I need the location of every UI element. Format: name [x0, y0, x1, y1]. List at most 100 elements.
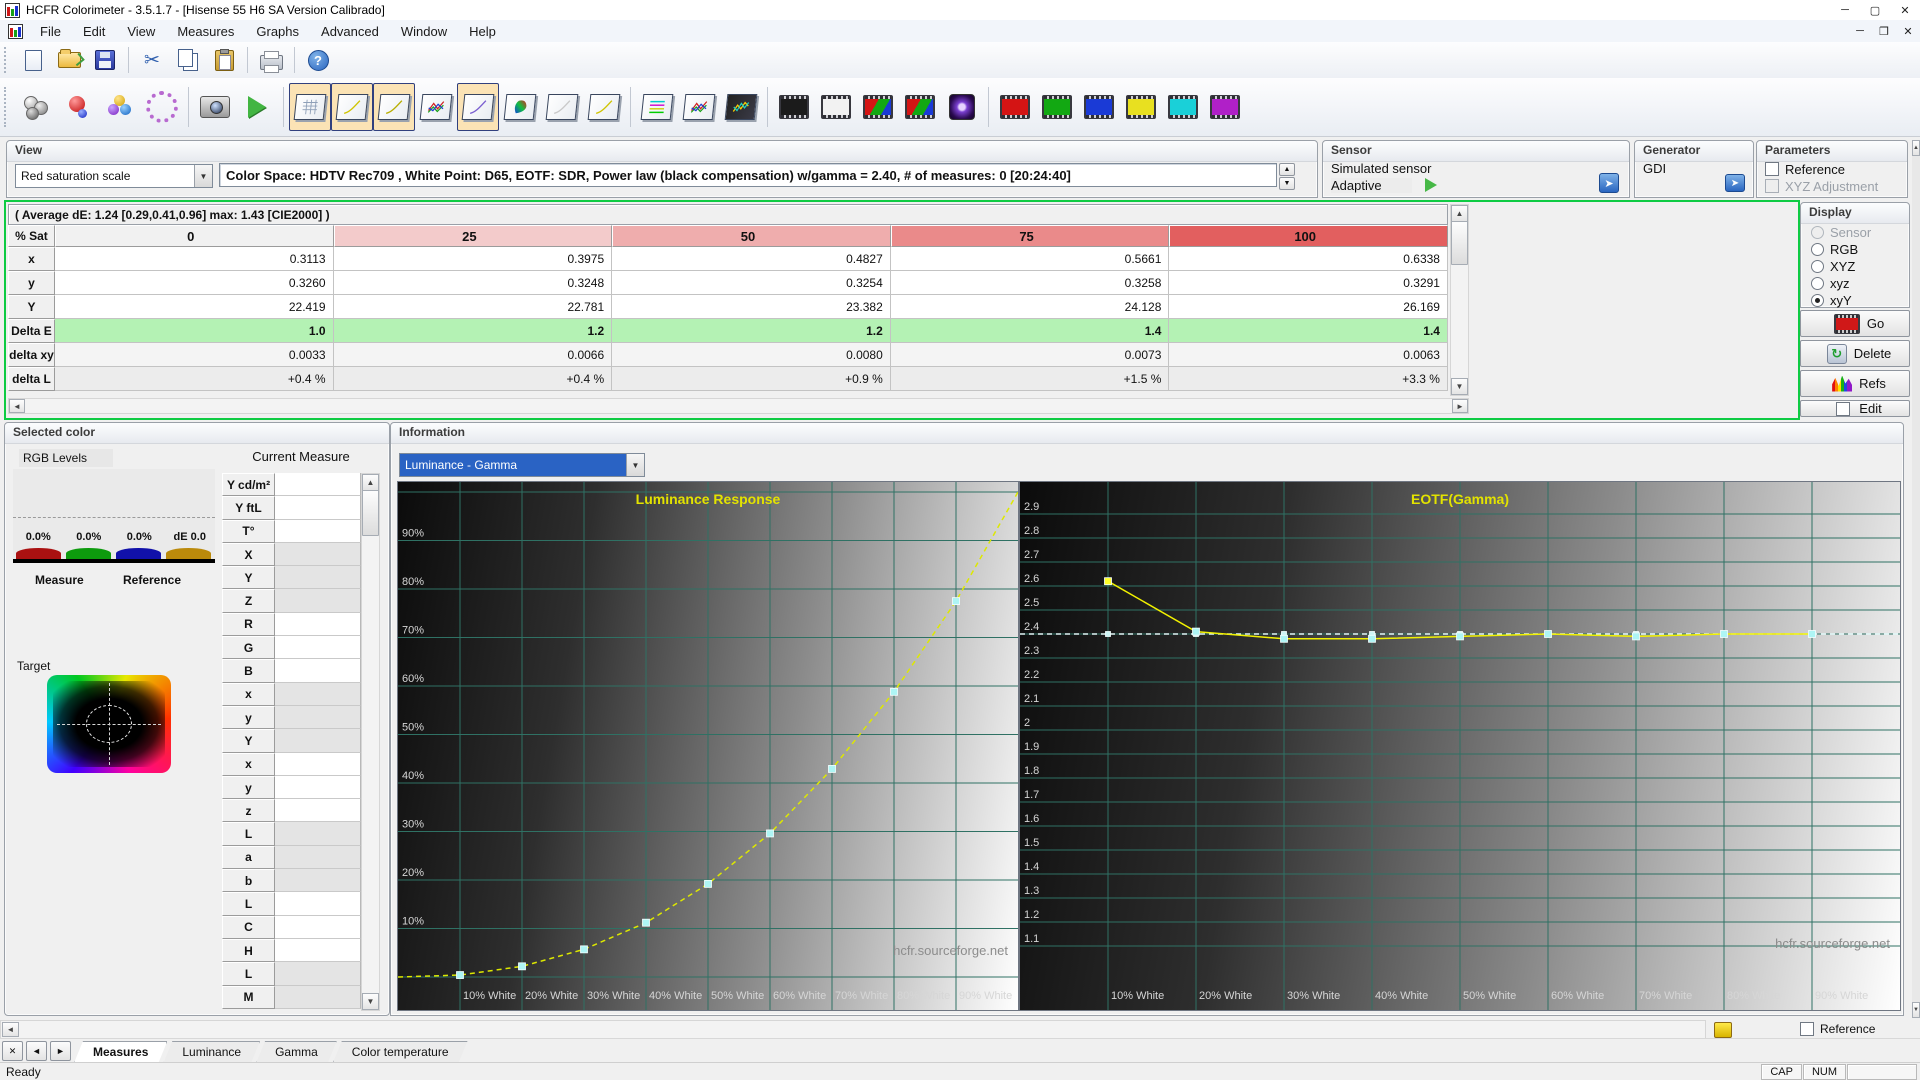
- measure-row-value[interactable]: [275, 822, 361, 845]
- table-cell[interactable]: +0.4 %: [55, 367, 334, 391]
- table-cell[interactable]: 1.4: [891, 319, 1170, 343]
- table-cell[interactable]: 1.2: [612, 319, 891, 343]
- column-header-75[interactable]: 75: [891, 225, 1170, 247]
- scrollbar-thumb[interactable]: [362, 490, 379, 536]
- table-cell[interactable]: 0.3975: [334, 247, 613, 271]
- table-cell[interactable]: 0.3291: [1169, 271, 1448, 295]
- chevron-down-icon[interactable]: ▼: [626, 454, 644, 476]
- measure-row-value[interactable]: [275, 776, 361, 799]
- measure-row-value[interactable]: [275, 846, 361, 869]
- open-file-button[interactable]: [51, 44, 87, 76]
- maximize-icon[interactable]: ▢: [1860, 0, 1890, 20]
- measure-row-value[interactable]: [275, 753, 361, 776]
- sensor-settings-icon[interactable]: ➤: [1599, 173, 1619, 193]
- free-measures-view-button[interactable]: [720, 83, 762, 131]
- mdi-close-icon[interactable]: ✕: [1896, 25, 1920, 38]
- table-vertical-scrollbar[interactable]: ▲ ▼: [1450, 204, 1469, 396]
- scroll-up-icon[interactable]: ▲: [1912, 140, 1920, 156]
- radio-icon[interactable]: [1811, 260, 1824, 273]
- table-cell[interactable]: 22.419: [55, 295, 334, 319]
- delete-button[interactable]: ↻ Delete: [1800, 340, 1910, 367]
- colorbars-chart-view-button[interactable]: [636, 83, 678, 131]
- measure-row-value[interactable]: [275, 706, 361, 729]
- measure-blue-button[interactable]: [1078, 83, 1120, 131]
- secondaries-measure-button[interactable]: [99, 83, 141, 131]
- menu-item-window[interactable]: Window: [390, 24, 458, 39]
- scroll-down-icon[interactable]: ▼: [362, 993, 379, 1010]
- table-cell[interactable]: 1.2: [334, 319, 613, 343]
- tab-color-temperature[interactable]: Color temperature: [333, 1041, 468, 1063]
- tab-luminance[interactable]: Luminance: [163, 1041, 260, 1063]
- menu-item-file[interactable]: File: [29, 24, 72, 39]
- radio-icon[interactable]: [1811, 294, 1824, 307]
- column-header-100[interactable]: 100: [1169, 225, 1448, 247]
- table-cell[interactable]: 0.3248: [334, 271, 613, 295]
- measures-grid-view-button[interactable]: [289, 83, 331, 131]
- spinner-up-icon[interactable]: ▲: [1279, 163, 1295, 176]
- scale-selector[interactable]: Red saturation scale ▼: [15, 164, 213, 188]
- menu-item-advanced[interactable]: Advanced: [310, 24, 390, 39]
- reference-checkbox[interactable]: Reference: [1765, 162, 1845, 177]
- measure-row-value[interactable]: [275, 473, 361, 496]
- table-cell[interactable]: 0.3254: [612, 271, 891, 295]
- refs-button[interactable]: Refs: [1800, 370, 1910, 397]
- measure-contrast-button[interactable]: [941, 83, 983, 131]
- mdi-minimize-icon[interactable]: ─: [1848, 25, 1872, 38]
- measure-yellow-button[interactable]: [1120, 83, 1162, 131]
- luminance-chart-view-button[interactable]: [331, 83, 373, 131]
- info-spinner[interactable]: ▲ ▼: [1279, 163, 1295, 187]
- measures-summary-view-button[interactable]: [678, 83, 720, 131]
- scrollbar-thumb[interactable]: [1451, 221, 1468, 265]
- contrast-chart-view-button[interactable]: [583, 83, 625, 131]
- measure-row-value[interactable]: [275, 799, 361, 822]
- table-cell[interactable]: 1.0: [55, 319, 334, 343]
- close-icon[interactable]: ✕: [1890, 0, 1920, 20]
- measure-row-value[interactable]: [275, 589, 361, 612]
- table-cell[interactable]: 0.5661: [891, 247, 1170, 271]
- menu-item-graphs[interactable]: Graphs: [245, 24, 310, 39]
- menu-item-help[interactable]: Help: [458, 24, 507, 39]
- workspace-scrollbar[interactable]: ▲ ▼: [1912, 140, 1920, 1018]
- measure-green-button[interactable]: [1036, 83, 1078, 131]
- checkbox-icon[interactable]: [1836, 402, 1850, 416]
- table-cell[interactable]: 0.3260: [55, 271, 334, 295]
- table-cell[interactable]: +3.3 %: [1169, 367, 1448, 391]
- copy-button[interactable]: [170, 44, 206, 76]
- menu-item-view[interactable]: View: [116, 24, 166, 39]
- table-cell[interactable]: 0.3113: [55, 247, 334, 271]
- measure-row-value[interactable]: [275, 543, 361, 566]
- display-option-RGB[interactable]: RGB: [1811, 241, 1871, 258]
- menu-item-measures[interactable]: Measures: [166, 24, 245, 39]
- tab-scroll-left-icon[interactable]: ◄: [26, 1041, 47, 1061]
- scroll-left-icon[interactable]: ◄: [9, 399, 25, 413]
- tab-scroll-right-icon[interactable]: ►: [50, 1041, 71, 1061]
- display-option-XYZ[interactable]: XYZ: [1811, 258, 1871, 275]
- scroll-up-icon[interactable]: ▲: [1451, 205, 1468, 222]
- measure-row-value[interactable]: [275, 869, 361, 892]
- primaries-measure-button[interactable]: [57, 83, 99, 131]
- measure-row-value[interactable]: [275, 916, 361, 939]
- run-measures-button[interactable]: [236, 83, 278, 131]
- close-view-button[interactable]: ✕: [2, 1041, 23, 1061]
- display-option-xyz[interactable]: xyz: [1811, 275, 1871, 292]
- table-cell[interactable]: 26.169: [1169, 295, 1448, 319]
- checkbox-icon[interactable]: [1800, 1022, 1814, 1036]
- grayscale-measure-button[interactable]: [15, 83, 57, 131]
- measure-black-button[interactable]: [773, 83, 815, 131]
- edit-toggle[interactable]: Edit: [1800, 400, 1910, 417]
- tab-measures[interactable]: Measures: [74, 1041, 167, 1063]
- column-header-50[interactable]: 50: [612, 225, 891, 247]
- new-file-button[interactable]: [15, 44, 51, 76]
- measure-cyan-button[interactable]: [1162, 83, 1204, 131]
- column-header-25[interactable]: 25: [334, 225, 613, 247]
- measure-magenta-button[interactable]: [1204, 83, 1246, 131]
- cie-diagram-view-button[interactable]: [499, 83, 541, 131]
- scroll-down-icon[interactable]: ▼: [1912, 1002, 1920, 1018]
- table-cell[interactable]: 0.0080: [612, 343, 891, 367]
- measure-table-scrollbar[interactable]: ▲ ▼: [361, 473, 380, 1011]
- measure-primaries-film-button[interactable]: [857, 83, 899, 131]
- scroll-up-icon[interactable]: ▲: [362, 474, 379, 491]
- snapshot-button[interactable]: [194, 83, 236, 131]
- measure-secondaries-film-button[interactable]: [899, 83, 941, 131]
- go-button[interactable]: Go: [1800, 310, 1910, 337]
